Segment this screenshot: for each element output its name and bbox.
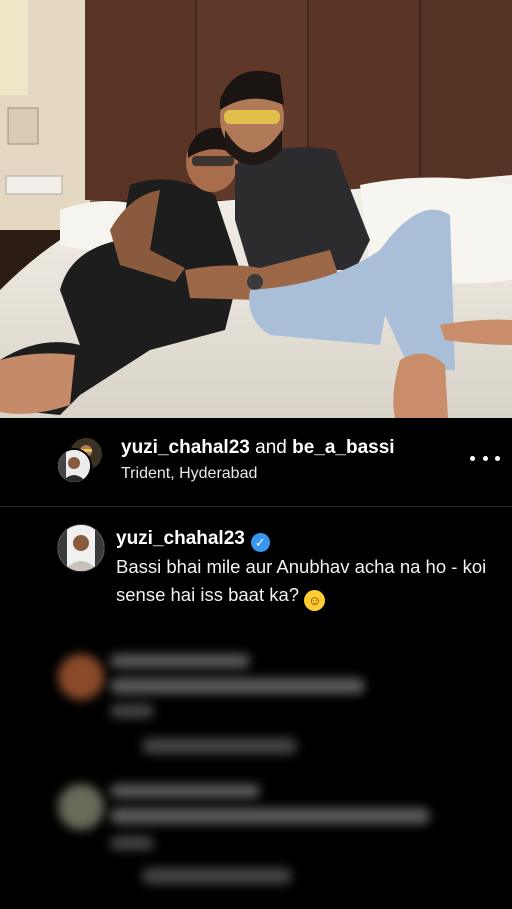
collab-avatars[interactable]	[56, 436, 106, 486]
caption-body: Bassi bhai mile aur Anubhav acha na ho -…	[116, 556, 487, 605]
username-link[interactable]: yuzi_chahal23	[121, 437, 250, 458]
avatar	[56, 448, 92, 484]
post-image	[0, 0, 512, 418]
collab-usernames: yuzi_chahal23 and be_a_bassi	[121, 437, 395, 459]
location-link[interactable]: Trident, Hyderabad	[121, 465, 257, 483]
caption-text: Bassi bhai mile aur Anubhav acha na ho -…	[116, 553, 496, 611]
username-link[interactable]: yuzi_chahal23	[116, 528, 245, 549]
blurred-comments	[0, 640, 512, 909]
avatar[interactable]	[57, 524, 105, 572]
more-horizontal-icon	[470, 455, 475, 461]
username-link[interactable]: be_a_bassi	[292, 437, 394, 458]
conjunction-text: and	[255, 437, 287, 458]
verified-badge-icon: ✓	[250, 533, 270, 552]
more-options-button[interactable]	[470, 448, 500, 468]
laughing-emoji-icon: ☺	[304, 590, 326, 611]
post-photo[interactable]	[0, 0, 512, 418]
caption-username[interactable]: yuzi_chahal23 ✓	[116, 528, 270, 552]
